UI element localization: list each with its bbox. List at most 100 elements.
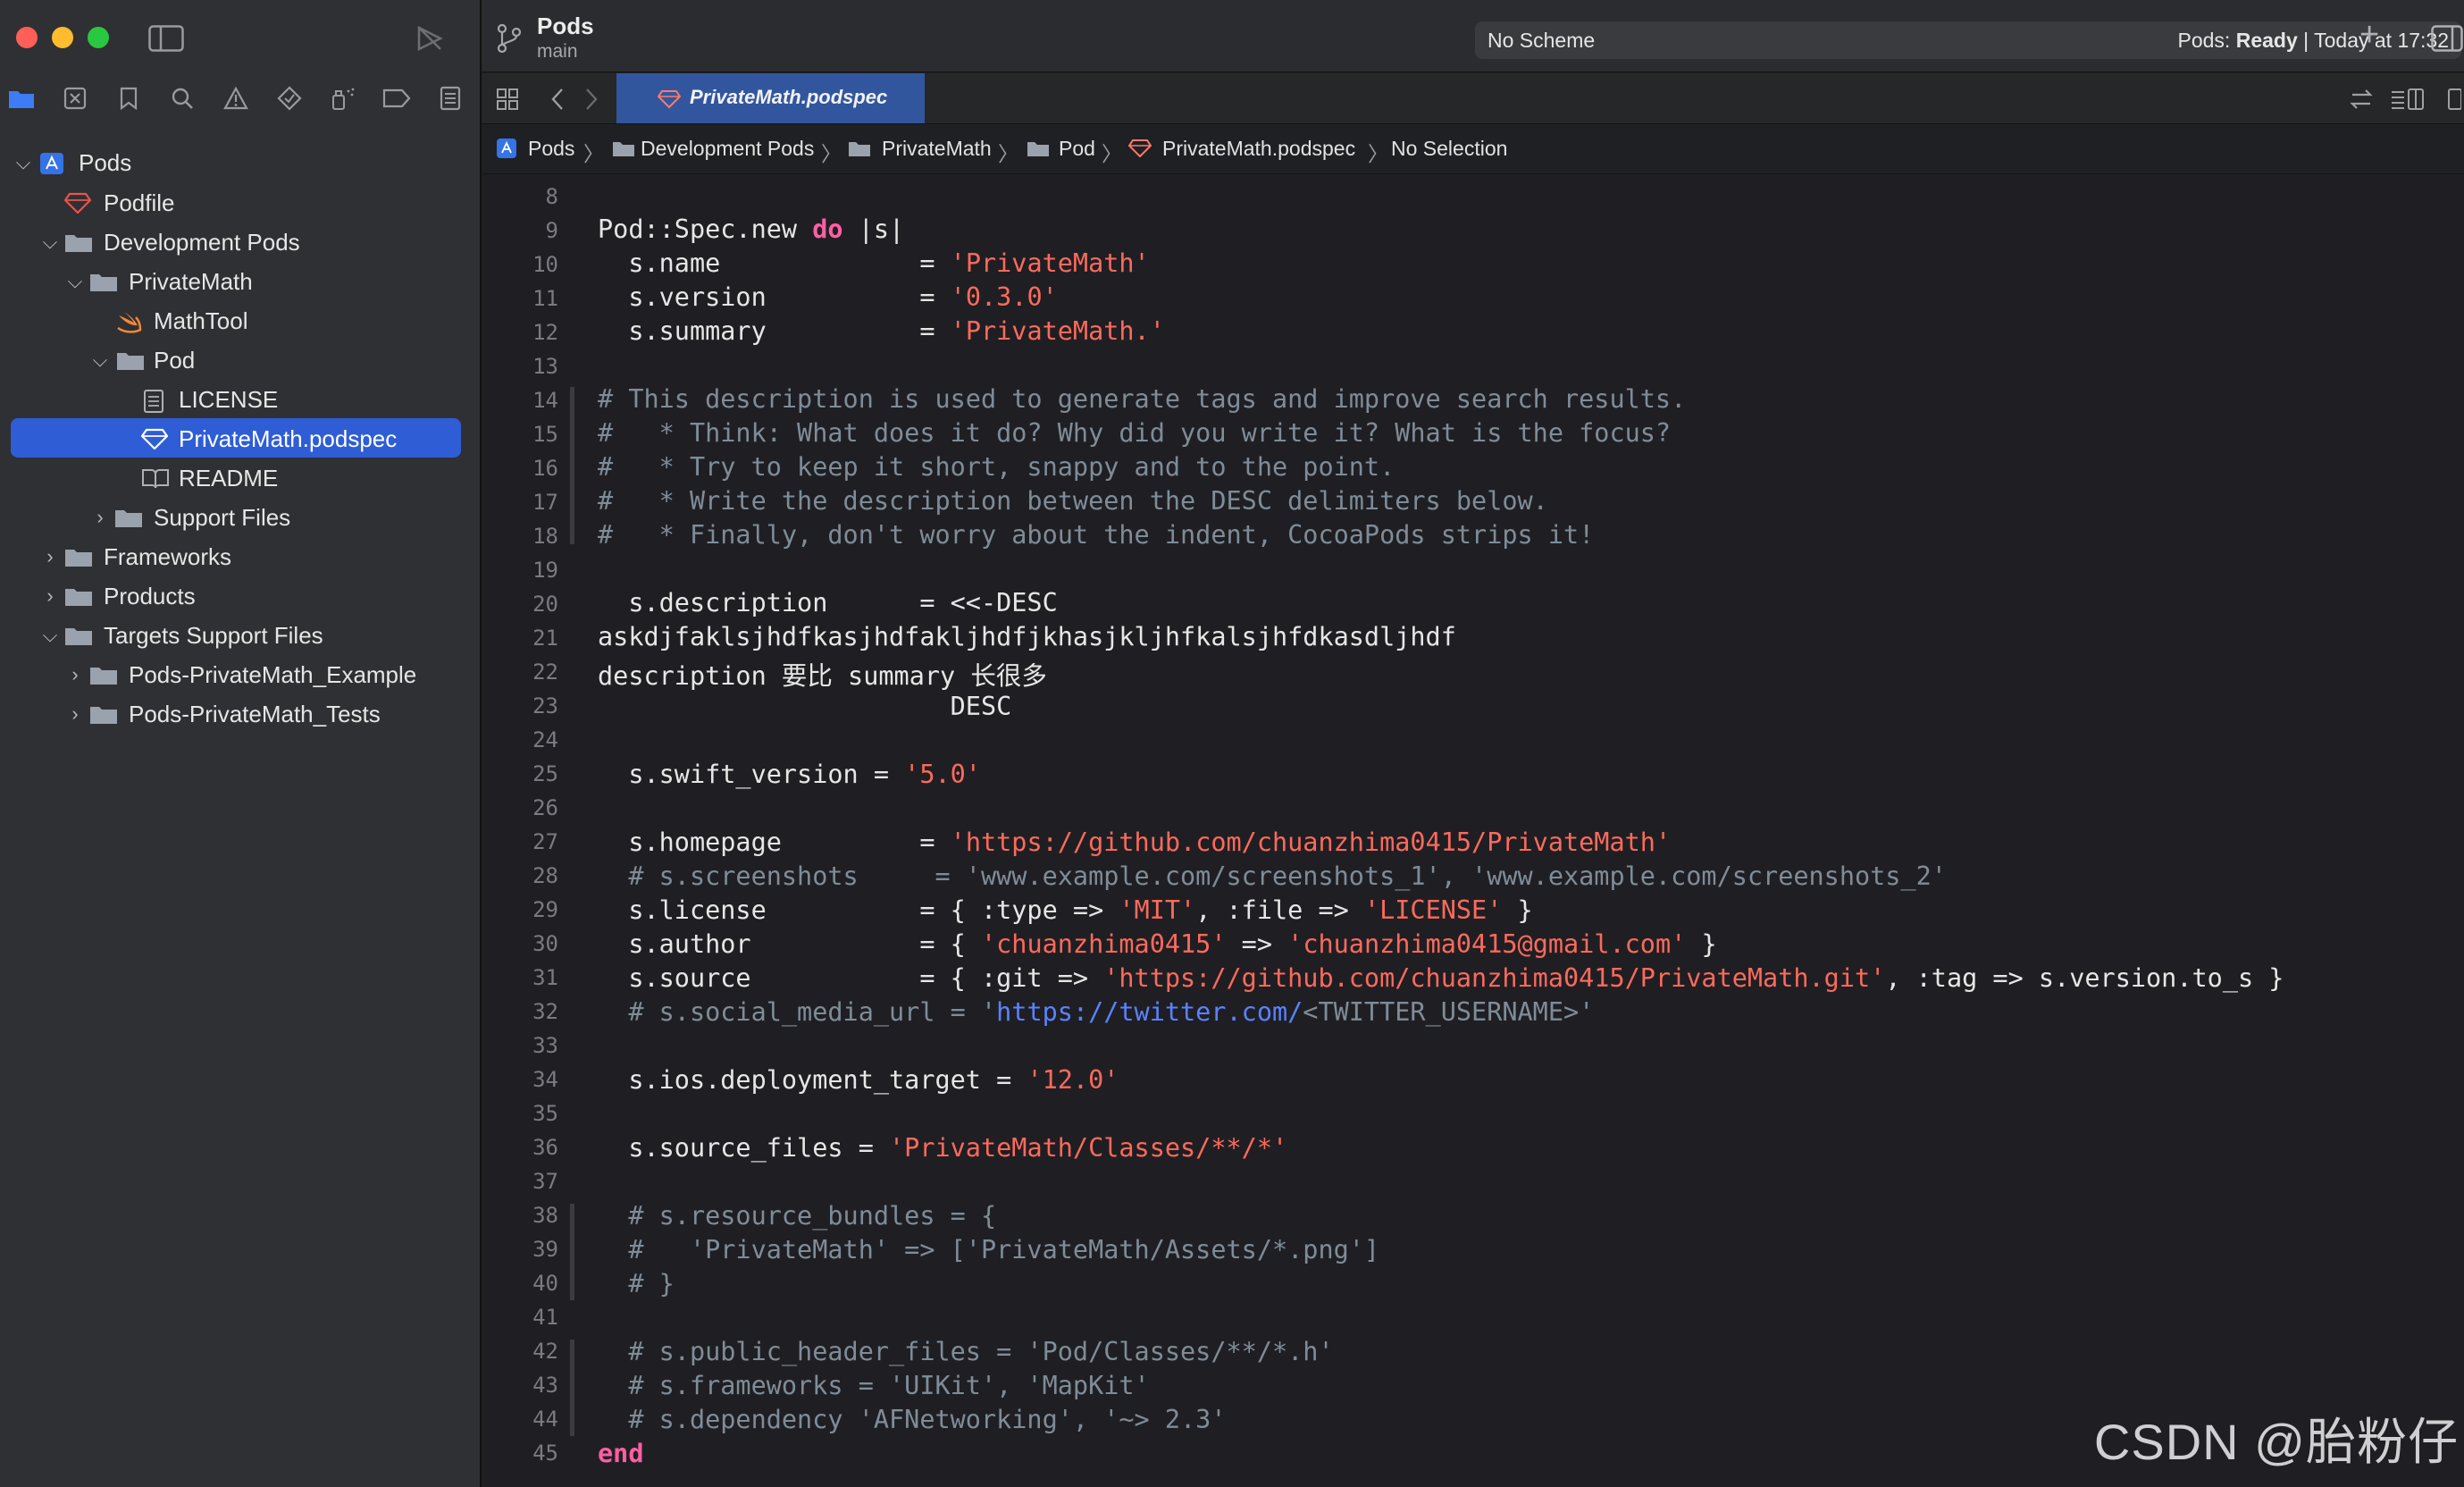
grid-icon[interactable] bbox=[496, 88, 519, 111]
code-token: s.swift_version = bbox=[598, 760, 905, 789]
folder-icon bbox=[115, 510, 142, 527]
tree-item-pods-privatemath-tests[interactable]: › Pods-PrivateMath_Tests bbox=[0, 696, 480, 732]
tree-item-license[interactable]: LICENSE bbox=[0, 382, 480, 417]
breadcrumb-item[interactable]: Pod bbox=[1059, 137, 1095, 161]
chevron-down-icon[interactable]: ⌵ bbox=[41, 617, 59, 653]
back-arrow-icon[interactable] bbox=[549, 88, 566, 111]
swap-arrows-icon[interactable] bbox=[2349, 88, 2374, 111]
breakpoint-navigator-tab[interactable] bbox=[381, 82, 413, 114]
spray-can-icon bbox=[332, 88, 355, 110]
breadcrumb-item[interactable]: PrivateMath.podspec bbox=[1162, 137, 1355, 161]
tree-item-readme[interactable]: README bbox=[0, 460, 480, 496]
fold-ribbon bbox=[570, 387, 574, 544]
diamond-test-icon bbox=[277, 86, 302, 111]
line-number: 30 bbox=[532, 931, 558, 956]
folder-icon bbox=[613, 142, 634, 156]
chevron-down-icon[interactable]: ⌵ bbox=[14, 145, 32, 181]
tree-item-label: Pods-PrivateMath_Example bbox=[129, 661, 417, 688]
issue-navigator-tab[interactable] bbox=[220, 82, 252, 114]
code-line-11: s.version = '0.3.0' bbox=[598, 282, 1057, 312]
breadcrumb-item[interactable]: PrivateMath bbox=[882, 137, 992, 161]
code-token: <TWITTER_USERNAME>' bbox=[1303, 997, 1595, 1027]
line-number: 26 bbox=[532, 795, 558, 820]
sidebar-toggle-icon[interactable] bbox=[148, 25, 184, 52]
code-line-45: end bbox=[598, 1439, 644, 1468]
breadcrumb-separator: 〉 bbox=[1368, 142, 1388, 165]
tab-privatemath-podspec[interactable]: PrivateMath.podspec bbox=[616, 73, 925, 123]
code-token: s.version = bbox=[598, 282, 951, 312]
close-window-button[interactable] bbox=[16, 27, 38, 48]
line-number: 40 bbox=[532, 1271, 558, 1296]
tab-title: PrivateMath.podspec bbox=[690, 86, 888, 108]
tree-item-podfile[interactable]: Podfile bbox=[0, 185, 480, 221]
line-number: 10 bbox=[532, 252, 558, 277]
tree-item-frameworks[interactable]: › Frameworks bbox=[0, 539, 480, 575]
report-navigator-tab[interactable] bbox=[434, 82, 466, 114]
chevron-down-icon[interactable]: ⌵ bbox=[91, 342, 109, 378]
status-prefix: Pods: bbox=[2177, 29, 2236, 52]
code-line-15: # * Think: What does it do? Why did you … bbox=[598, 418, 1672, 448]
run-button-icon[interactable] bbox=[416, 25, 443, 52]
tree-item-support-files[interactable]: › Support Files bbox=[0, 500, 480, 535]
chevron-right-icon[interactable]: › bbox=[66, 657, 84, 693]
breadcrumb: Pods 〉 Development Pods 〉 PrivateMath 〉 … bbox=[482, 124, 2464, 174]
debug-navigator-tab[interactable] bbox=[327, 82, 359, 114]
tree-item-targets-support-files[interactable]: ⌵ Targets Support Files bbox=[0, 617, 480, 653]
split-editor-icon[interactable] bbox=[2447, 88, 2461, 111]
project-name[interactable]: Pods bbox=[537, 13, 594, 40]
inspector-toggle-icon[interactable] bbox=[2431, 25, 2463, 52]
minimize-window-button[interactable] bbox=[52, 27, 73, 48]
breadcrumb-item[interactable]: No Selection bbox=[1391, 137, 1507, 161]
bookmarks-tab[interactable] bbox=[113, 82, 145, 114]
scheme-selector[interactable]: No Scheme bbox=[1488, 29, 1595, 53]
fold-ribbon bbox=[570, 1340, 574, 1436]
source-editor[interactable]: 8 9 10 11 12 13 14 15 16 17 18 19 20 21 22 23 24 25 26 27 28… bbox=[482, 174, 2464, 1487]
code-token: s.source = { :git => bbox=[598, 963, 1104, 993]
tree-item-pod[interactable]: ⌵ Pod bbox=[0, 342, 480, 378]
code-line-10: s.name = 'PrivateMath' bbox=[598, 248, 1149, 278]
code-line-12: s.summary = 'PrivateMath.' bbox=[598, 316, 1165, 346]
tree-item-mathtool[interactable]: MathTool bbox=[0, 303, 480, 339]
chevron-down-icon[interactable]: ⌵ bbox=[66, 264, 84, 299]
zoom-window-button[interactable] bbox=[88, 27, 109, 48]
breadcrumb-item[interactable]: Pods bbox=[528, 137, 574, 161]
test-navigator-tab[interactable] bbox=[273, 82, 306, 114]
tree-item-development-pods[interactable]: ⌵ Development Pods bbox=[0, 224, 480, 260]
tree-item-pods-privatemath-example[interactable]: › Pods-PrivateMath_Example bbox=[0, 657, 480, 693]
folder-icon bbox=[1027, 142, 1049, 156]
chevron-right-icon[interactable]: › bbox=[91, 500, 109, 535]
project-navigator-tab[interactable] bbox=[5, 82, 38, 114]
source-control-tab[interactable] bbox=[59, 82, 91, 114]
chevron-right-icon[interactable]: › bbox=[41, 578, 59, 614]
code-token: |s| bbox=[842, 214, 905, 244]
navigator-selector-bar bbox=[0, 82, 480, 118]
code-token: s.author = { bbox=[598, 929, 981, 959]
breadcrumb-item[interactable]: Development Pods bbox=[641, 137, 814, 161]
chevron-right-icon[interactable]: › bbox=[41, 539, 59, 575]
tree-item-privatemath[interactable]: ⌵ PrivateMath bbox=[0, 264, 480, 299]
tree-item-products[interactable]: › Products bbox=[0, 578, 480, 614]
code-token: s.source_files = bbox=[598, 1133, 890, 1163]
chevron-right-icon[interactable]: › bbox=[66, 696, 84, 732]
editor-options-icon[interactable] bbox=[2390, 88, 2426, 111]
swift-file-icon bbox=[117, 312, 142, 333]
chevron-down-icon[interactable]: ⌵ bbox=[41, 224, 59, 260]
find-navigator-tab[interactable] bbox=[166, 82, 198, 114]
code-token: s.name = bbox=[598, 248, 951, 278]
branch-name[interactable]: main bbox=[537, 41, 578, 63]
code-token: 'MIT' bbox=[1119, 895, 1196, 925]
code-link[interactable]: https://twitter.com/ bbox=[996, 997, 1303, 1027]
line-number-gutter: 8 9 10 11 12 13 14 15 16 17 18 19 20 21 22 23 24 25 26 27 28… bbox=[482, 174, 571, 1487]
code-line-44: # s.dependency 'AFNetworking', '~> 2.3' bbox=[598, 1405, 1227, 1434]
code-line-20: s.description = <<-DESC bbox=[598, 588, 1058, 617]
tree-item-privatemath-podspec[interactable]: PrivateMath.podspec bbox=[0, 421, 480, 457]
ruby-file-icon bbox=[64, 192, 91, 214]
code-token: '12.0' bbox=[1027, 1065, 1119, 1095]
line-number: 33 bbox=[532, 1033, 558, 1058]
tree-item-pods-project[interactable]: ⌵ Pods bbox=[0, 145, 480, 181]
watermark: CSDN @胎粉仔 bbox=[2093, 1414, 2459, 1470]
forward-arrow-icon[interactable] bbox=[583, 88, 599, 111]
tree-item-label: PrivateMath bbox=[129, 268, 253, 295]
folder-icon bbox=[90, 707, 117, 724]
add-button[interactable]: + bbox=[2359, 16, 2379, 55]
